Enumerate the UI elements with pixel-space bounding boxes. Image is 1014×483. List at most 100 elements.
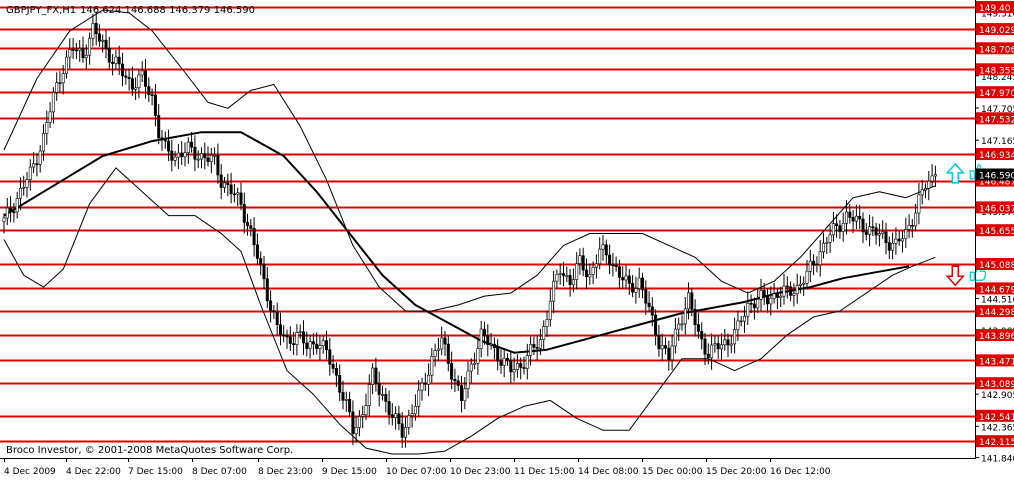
candle-body-72 [239,192,243,205]
candle-body-140 [463,388,467,402]
level-label-text-12: 144.298 [979,308,1014,318]
candle-body-51 [170,150,174,161]
candle-body-133 [440,337,444,350]
candle-body-211 [696,324,700,332]
candle-body-54 [180,152,184,158]
level-label-text-1: 149.029 [979,26,1014,36]
candle-body-65 [216,155,220,176]
candle-body-213 [703,338,707,355]
candle-body-76 [252,228,256,246]
candle-body-150 [496,347,500,362]
candle-body-203 [670,345,674,361]
candle-body-246 [812,260,816,266]
candle-body-202 [667,347,671,361]
candle-body-194 [640,277,644,291]
candle-body-83 [275,311,279,326]
candle-body-264 [871,226,875,229]
candle-body-251 [828,234,832,243]
level-label-text-16: 142.541 [979,413,1014,423]
candle-body-253 [835,223,839,226]
candle-body-32 [107,48,111,63]
level-label-text-15: 143.089 [979,380,1014,390]
candle-body-142 [469,363,473,372]
candle-body-77 [255,244,259,259]
candle-body-271 [894,238,898,244]
candle-body-207 [683,308,687,325]
candle-body-280 [923,188,927,191]
level-label-text-17: 142.115 [979,438,1014,448]
candle-body-212 [700,331,704,340]
candle-body-154 [509,359,513,373]
candle-body-131 [433,350,437,357]
candle-body-192 [634,288,638,293]
candle-body-125 [413,405,417,414]
candle-body-229 [756,298,760,309]
candle-body-127 [420,382,424,391]
candle-body-237 [782,285,786,297]
candle-body-161 [532,344,536,348]
candle-body-29 [97,33,101,42]
level-label-text-2: 148.706 [979,45,1014,55]
candle-body-269 [887,242,891,251]
price-chart[interactable]: 149.310148.245147.705147.165146.590145.9… [0,0,1014,479]
candle-body-185 [611,264,615,267]
candle-body-5 [18,187,22,199]
candle-body-95 [315,343,319,350]
candle-body-173 [571,279,575,286]
level-label-12: 144.298 [976,305,1014,318]
candle-body-278 [917,194,921,214]
level-label-0: 149.40 [976,1,1014,14]
candle-body-122 [403,427,407,438]
candle-body-175 [578,255,582,264]
candle-body-179 [591,266,595,275]
candle-body-205 [677,323,681,330]
candle-body-68 [226,182,230,186]
time-tick-label-3: 8 Dec 07:00 [192,467,247,477]
candle-body-168 [555,274,559,282]
candle-body-61 [203,153,207,159]
candle-body-19 [65,56,69,74]
candle-body-174 [575,263,579,280]
level-label-1: 149.029 [976,23,1014,36]
candle-body-260 [858,215,862,220]
candle-body-156 [515,363,519,370]
candle-body-222 [733,329,737,345]
time-tick-label-10: 15 Dec 00:00 [642,467,703,477]
candle-body-79 [262,263,266,280]
candle-body-47 [157,115,161,139]
candle-body-2 [9,207,13,213]
candle-body-166 [548,300,552,320]
candle-body-238 [785,285,789,288]
candle-body-138 [456,380,460,386]
candle-body-1 [5,207,9,219]
level-label-15: 143.089 [976,377,1014,390]
symbol-label: GBPJPY_FX,H1 [6,5,76,16]
candle-body-224 [739,320,743,323]
candle-body-46 [153,94,157,116]
level-label-5: 147.532 [976,112,1014,125]
candle-body-232 [765,295,769,305]
level-label-9: 145.655 [976,224,1014,237]
candle-body-126 [417,389,421,407]
candle-body-111 [367,384,371,406]
candle-body-196 [647,302,651,308]
candle-body-102 [338,374,342,393]
candle-body-263 [868,226,872,235]
candle-body-239 [789,286,793,296]
level-label-11: 144.679 [976,282,1014,295]
candle-body-50 [167,140,171,152]
candle-body-206 [680,323,684,326]
candle-body-134 [443,337,447,345]
candle-body-204 [673,328,677,347]
candle-body-151 [499,360,503,366]
candle-body-249 [821,243,825,253]
level-label-text-10: 145.088 [979,261,1014,271]
candle-body-245 [808,260,812,272]
chart-window[interactable]: 149.310148.245147.705147.165146.590145.9… [0,0,1014,479]
candle-body-136 [450,363,454,380]
candle-body-236 [779,295,783,299]
candle-body-87 [288,336,292,344]
candle-body-28 [94,23,98,34]
candle-body-241 [795,285,799,295]
candle-body-275 [907,225,911,230]
